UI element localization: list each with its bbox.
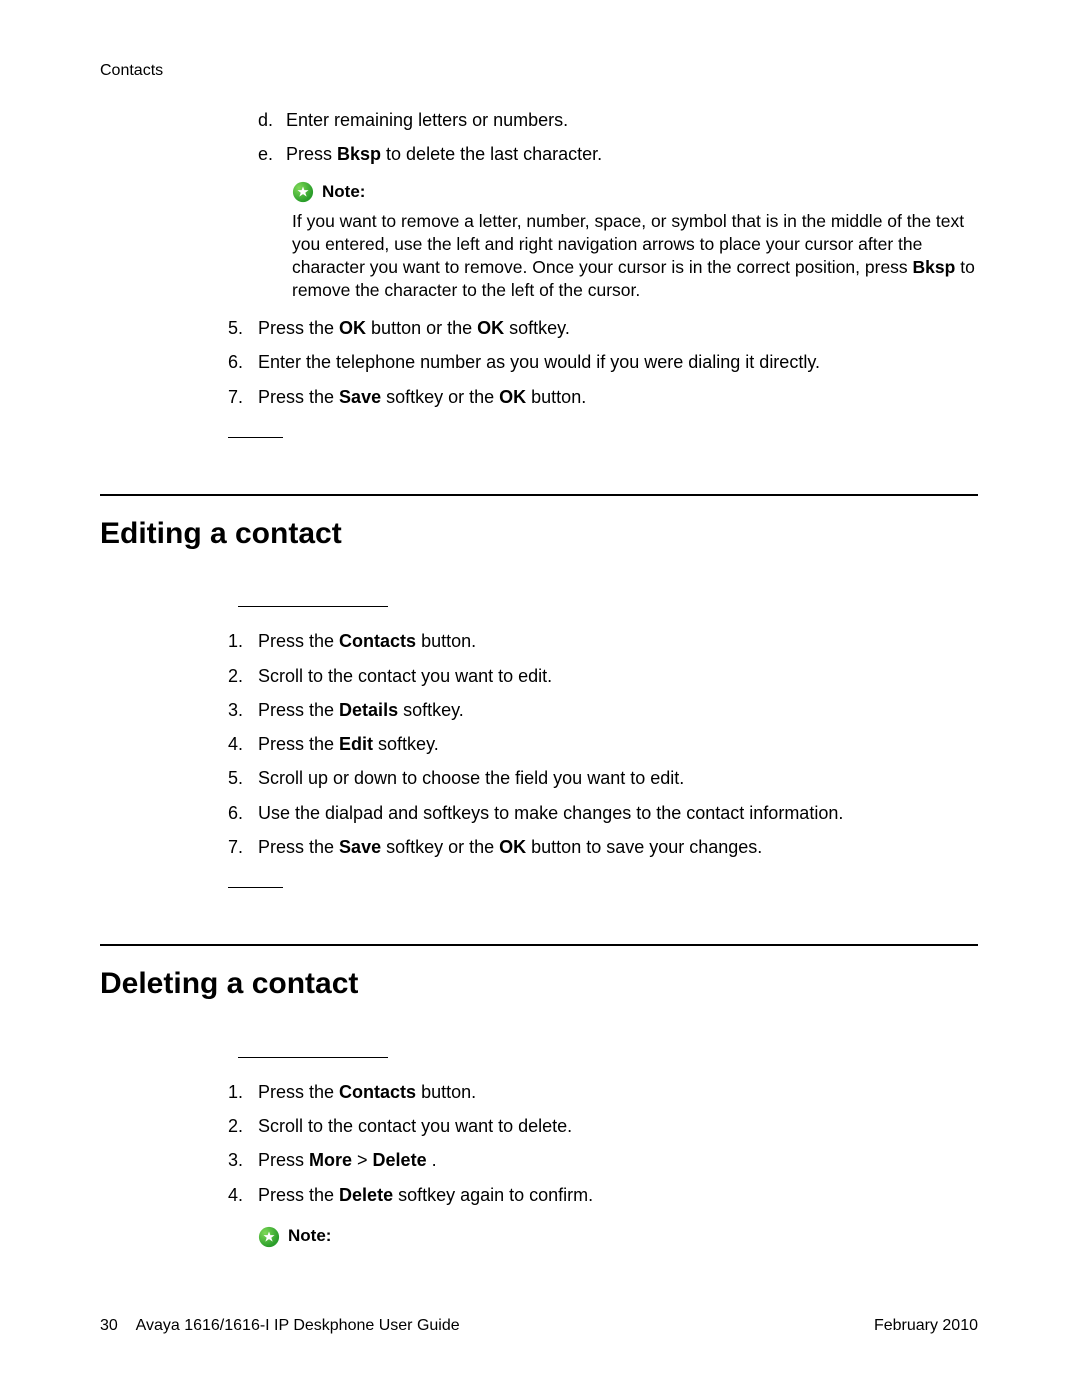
section-heading: Deleting a contact	[100, 964, 978, 1005]
list-marker: 6.	[228, 350, 258, 374]
list-item: 6. Enter the telephone number as you wou…	[228, 350, 978, 374]
note-block: Note: If you want to remove a letter, nu…	[292, 181, 978, 302]
short-rule	[228, 437, 283, 438]
page-content: d. Enter remaining letters or numbers. e…	[100, 108, 978, 1254]
list-item: 6. Use the dialpad and softkeys to make …	[228, 801, 978, 825]
note-label: Note:	[322, 181, 365, 204]
list-marker: 3.	[228, 698, 258, 722]
doc-title: Avaya 1616/1616-I IP Deskphone User Guid…	[136, 1317, 460, 1334]
list-text: Scroll to the contact you want to edit.	[258, 664, 552, 688]
numbered-list: 5. Press the OK button or the OK softkey…	[228, 316, 978, 409]
list-item: 4. Press the Delete softkey again to con…	[228, 1183, 978, 1207]
list-marker: 4.	[228, 1183, 258, 1207]
note-header: Note:	[258, 1225, 978, 1248]
section-divider	[100, 944, 978, 946]
list-item: 5. Scroll up or down to choose the field…	[228, 766, 978, 790]
list-marker: 7.	[228, 385, 258, 409]
short-rule	[228, 887, 283, 888]
note-body: If you want to remove a letter, number, …	[292, 210, 978, 302]
list-text: Press the Delete softkey again to confir…	[258, 1183, 593, 1207]
list-item: 2. Scroll to the contact you want to del…	[228, 1114, 978, 1138]
note-icon	[258, 1226, 280, 1248]
list-item: 3. Press More > Delete .	[228, 1148, 978, 1172]
list-item: 5. Press the OK button or the OK softkey…	[228, 316, 978, 340]
note-icon	[292, 181, 314, 203]
list-marker: 5.	[228, 316, 258, 340]
footer-left: 30 Avaya 1616/1616-I IP Deskphone User G…	[100, 1315, 460, 1337]
section-divider	[100, 494, 978, 496]
list-marker: e.	[258, 142, 286, 166]
short-rule	[238, 1057, 388, 1058]
list-text: Enter the telephone number as you would …	[258, 350, 820, 374]
list-marker: 7.	[228, 835, 258, 859]
list-item: 2. Scroll to the contact you want to edi…	[228, 664, 978, 688]
list-item: d. Enter remaining letters or numbers.	[258, 108, 978, 132]
list-marker: 2.	[228, 664, 258, 688]
list-item: 1. Press the Contacts button.	[228, 629, 978, 653]
list-text: Scroll up or down to choose the field yo…	[258, 766, 684, 790]
list-marker: 6.	[228, 801, 258, 825]
sub-list: d. Enter remaining letters or numbers. e…	[258, 108, 978, 167]
numbered-list: 1. Press the Contacts button. 2. Scroll …	[228, 629, 978, 859]
page-number: 30	[100, 1317, 118, 1334]
running-header: Contacts	[100, 60, 163, 82]
list-text: Press the Contacts button.	[258, 1080, 476, 1104]
section-heading: Editing a contact	[100, 514, 978, 555]
list-item: 1. Press the Contacts button.	[228, 1080, 978, 1104]
list-text: Press the Edit softkey.	[258, 732, 439, 756]
list-text: Press the Save softkey or the OK button …	[258, 835, 762, 859]
list-item: 7. Press the Save softkey or the OK butt…	[228, 385, 978, 409]
numbered-list: 1. Press the Contacts button. 2. Scroll …	[228, 1080, 978, 1207]
list-text: Press the OK button or the OK softkey.	[258, 316, 570, 340]
footer-date: February 2010	[874, 1315, 978, 1337]
list-text: Press the Contacts button.	[258, 629, 476, 653]
list-marker: 1.	[228, 629, 258, 653]
short-rule	[238, 606, 388, 607]
list-item: e. Press Bksp to delete the last charact…	[258, 142, 978, 166]
list-marker: 5.	[228, 766, 258, 790]
list-item: 3. Press the Details softkey.	[228, 698, 978, 722]
list-text: Enter remaining letters or numbers.	[286, 108, 568, 132]
list-marker: 2.	[228, 1114, 258, 1138]
list-text: Press the Save softkey or the OK button.	[258, 385, 586, 409]
list-text: Press the Details softkey.	[258, 698, 464, 722]
note-header: Note:	[292, 181, 978, 204]
list-text: Use the dialpad and softkeys to make cha…	[258, 801, 843, 825]
note-block: Note:	[258, 1225, 978, 1248]
list-text: Press More > Delete .	[258, 1148, 437, 1172]
list-marker: 4.	[228, 732, 258, 756]
list-text: Scroll to the contact you want to delete…	[258, 1114, 572, 1138]
note-label: Note:	[288, 1225, 331, 1248]
page-footer: 30 Avaya 1616/1616-I IP Deskphone User G…	[100, 1315, 978, 1337]
list-item: 4. Press the Edit softkey.	[228, 732, 978, 756]
list-marker: d.	[258, 108, 286, 132]
list-item: 7. Press the Save softkey or the OK butt…	[228, 835, 978, 859]
list-marker: 1.	[228, 1080, 258, 1104]
list-marker: 3.	[228, 1148, 258, 1172]
list-text: Press Bksp to delete the last character.	[286, 142, 602, 166]
